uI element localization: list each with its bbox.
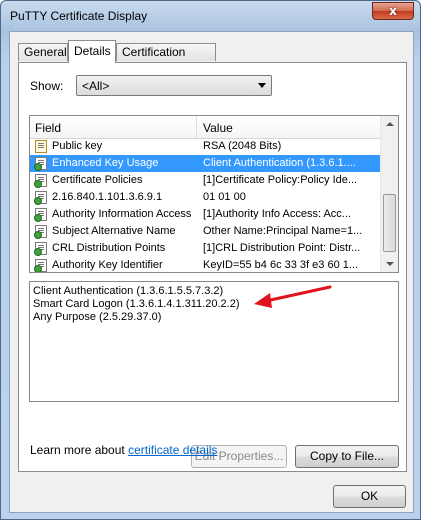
scroll-thumb[interactable] <box>383 194 396 252</box>
close-button[interactable]: x <box>372 2 414 20</box>
show-dropdown-value: <All> <box>82 79 110 93</box>
learn-more-text: Learn more about certificate details <box>30 443 217 457</box>
row-field: Enhanced Key Usage <box>52 157 159 169</box>
show-dropdown[interactable]: <All> <box>76 75 272 96</box>
tab-general[interactable]: General <box>18 43 68 61</box>
column-header-value[interactable]: Value <box>203 121 233 135</box>
row-value: Client Authentication (1.3.6.1.... <box>203 157 356 169</box>
list-row-authority-information-access[interactable]: Authority Information Access [1]Authorit… <box>30 206 382 223</box>
list-header: Field Value <box>30 116 382 139</box>
row-value: [1]Authority Info Access: Acc... <box>203 208 351 220</box>
row-field: CRL Distribution Points <box>52 242 166 254</box>
certificate-extension-icon <box>34 191 47 205</box>
list-row-crl-distribution-points[interactable]: CRL Distribution Points [1]CRL Distribut… <box>30 240 382 257</box>
field-list[interactable]: Field Value Public key RSA (2048 Bits) E… <box>29 115 399 273</box>
list-row-authority-key-identifier[interactable]: Authority Key Identifier KeyID=55 b4 6c … <box>30 257 382 272</box>
chevron-down-icon[interactable] <box>258 83 266 88</box>
list-row-subject-alternative-name[interactable]: Subject Alternative Name Other Name:Prin… <box>30 223 382 240</box>
window-title: PuTTY Certificate Display <box>10 9 148 23</box>
certificate-extension-icon <box>34 242 47 256</box>
learn-more-prefix: Learn more about <box>30 443 129 457</box>
list-row-certificate-policies[interactable]: Certificate Policies [1]Certificate Poli… <box>30 172 382 189</box>
copy-to-file-button[interactable]: Copy to File... <box>295 445 399 468</box>
list-row-public-key[interactable]: Public key RSA (2048 Bits) <box>30 138 382 155</box>
column-header-field[interactable]: Field <box>35 121 61 135</box>
certificate-extension-icon <box>34 208 47 222</box>
row-value: [1]CRL Distribution Point: Distr... <box>203 242 361 254</box>
row-field: 2.16.840.1.101.3.6.9.1 <box>52 191 163 203</box>
detail-line: Client Authentication (1.3.6.1.5.5.7.3.2… <box>33 285 224 297</box>
row-field: Public key <box>52 140 103 152</box>
detail-line: Any Purpose (2.5.29.37.0) <box>33 311 162 323</box>
certificate-dialog-window: PuTTY Certificate Display x General Deta… <box>0 0 421 520</box>
show-label: Show: <box>30 79 64 93</box>
certificate-extension-icon <box>34 259 47 272</box>
certificate-extension-icon <box>34 225 47 239</box>
red-arrow-annotation <box>254 285 332 308</box>
row-field: Subject Alternative Name <box>52 225 176 237</box>
certificate-extension-icon <box>34 174 47 188</box>
scroll-down-icon[interactable] <box>382 256 397 272</box>
close-icon: x <box>389 4 397 18</box>
row-field: Authority Key Identifier <box>52 259 163 271</box>
tab-details[interactable]: Details <box>68 40 116 63</box>
ok-button[interactable]: OK <box>333 485 406 508</box>
list-scrollbar[interactable] <box>380 116 398 272</box>
certificate-extension-icon <box>34 157 47 171</box>
list-rows: Public key RSA (2048 Bits) Enhanced Key … <box>30 138 382 272</box>
certificate-field-icon <box>35 140 47 153</box>
list-row-oid-extension[interactable]: 2.16.840.1.101.3.6.9.1 01 01 00 <box>30 189 382 206</box>
details-panel: Show: <All> Field Value Public key RSA (… <box>18 62 407 472</box>
row-field: Certificate Policies <box>52 174 143 186</box>
field-detail-textbox[interactable]: Client Authentication (1.3.6.1.5.5.7.3.2… <box>29 281 399 402</box>
row-value: 01 01 00 <box>203 191 246 203</box>
dialog-body: General Details Certification Path Show:… <box>9 31 414 513</box>
column-divider[interactable] <box>196 116 197 138</box>
row-value: RSA (2048 Bits) <box>203 140 282 152</box>
row-value: Other Name:Principal Name=1... <box>203 225 363 237</box>
title-bar[interactable]: PuTTY Certificate Display x <box>1 1 420 31</box>
tab-certification-path[interactable]: Certification Path <box>116 43 216 75</box>
row-field: Authority Information Access <box>52 208 192 220</box>
certificate-details-link[interactable]: certificate details <box>128 443 217 457</box>
row-value: KeyID=55 b4 6c 33 3f e3 60 1... <box>203 259 359 271</box>
detail-line: Smart Card Logon (1.3.6.1.4.1.311.20.2.2… <box>33 298 240 310</box>
scroll-up-icon[interactable] <box>382 116 397 132</box>
list-row-enhanced-key-usage[interactable]: Enhanced Key Usage Client Authentication… <box>30 155 382 172</box>
row-value: [1]Certificate Policy:Policy Ide... <box>203 174 358 186</box>
